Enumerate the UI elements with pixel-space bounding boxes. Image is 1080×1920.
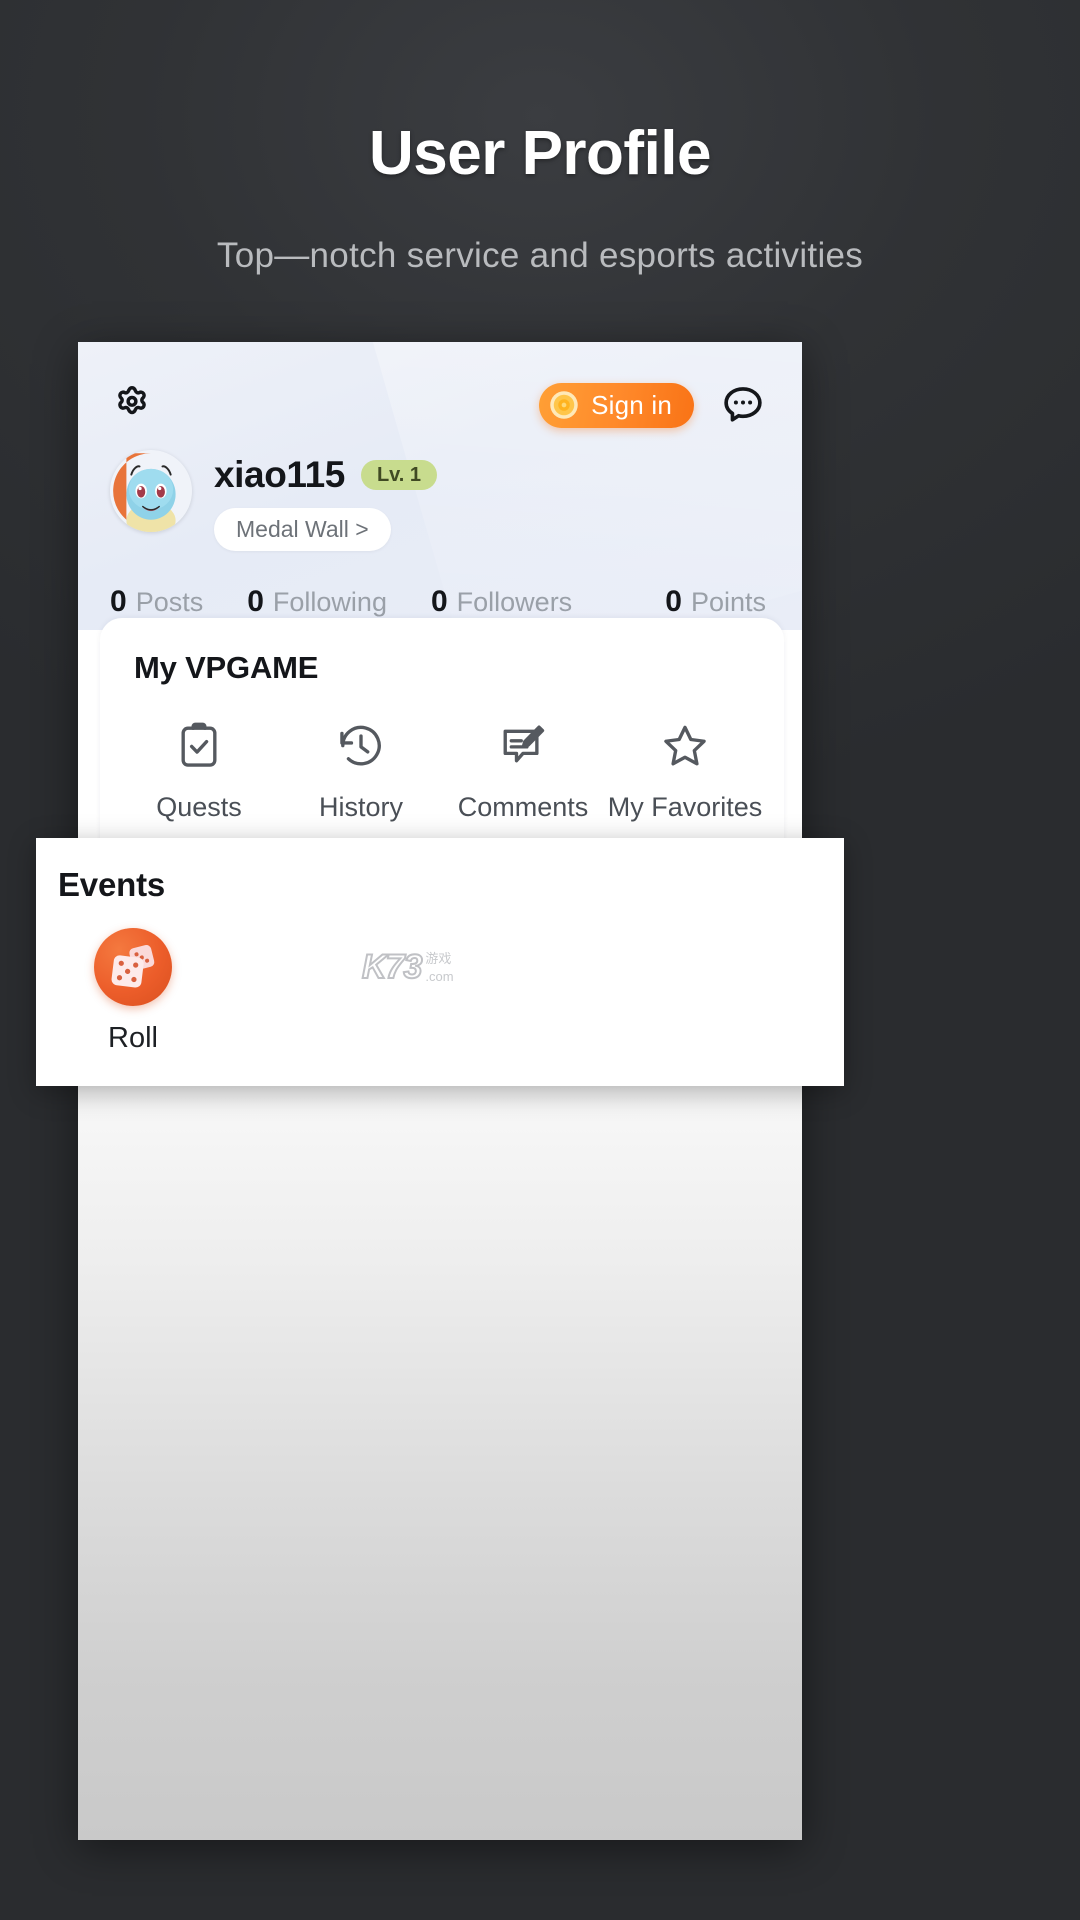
stat-following[interactable]: 0 Following [247, 585, 387, 619]
comments-item[interactable]: Comments [442, 720, 604, 823]
stats-row: 0 Posts 0 Following 0 Followers 0 Points [78, 551, 802, 619]
stat-label: Followers [456, 587, 573, 617]
page-title: User Profile [368, 119, 712, 188]
phone-screenshot: Sign in xiao115 Lv. 1 Medal Wall > 0 Pos… [78, 342, 802, 1840]
my-favorites-item[interactable]: My Favorites [604, 720, 766, 823]
promo-header: User Profile Top—notch service and espor… [0, 0, 1080, 276]
medal-wall-button[interactable]: Medal Wall > [214, 508, 391, 551]
stat-value: 0 [665, 585, 682, 618]
profile-info: xiao115 Lv. 1 Medal Wall > [214, 450, 438, 551]
stat-posts[interactable]: 0 Posts [110, 585, 203, 619]
coin-icon [549, 390, 579, 420]
my-vpgame-title: My VPGAME [134, 650, 319, 685]
stat-value: 0 [430, 585, 448, 618]
avatar[interactable] [110, 450, 192, 532]
profile-row: xiao115 Lv. 1 Medal Wall > [78, 428, 802, 551]
history-item[interactable]: History [280, 720, 442, 823]
app-top-bar-right: Sign in [539, 382, 766, 428]
my-vpgame-grid: Quests History Comments My Favorites [100, 686, 784, 823]
event-item-label: Roll [108, 1022, 158, 1054]
stat-label: Points [690, 587, 766, 617]
app-top-bar: Sign in [78, 342, 802, 428]
clock-history-icon [335, 720, 387, 772]
dice-icon [94, 928, 172, 1006]
stat-value: 0 [247, 585, 264, 618]
chat-bubble-icon[interactable] [720, 382, 766, 428]
stat-value: 0 [110, 585, 127, 618]
grid-item-label: Comments [457, 792, 589, 822]
grid-item-label: Quests [156, 792, 242, 822]
events-title: Events [58, 866, 166, 903]
gear-icon[interactable] [110, 383, 154, 427]
stat-label: Posts [135, 587, 204, 617]
star-icon [659, 720, 711, 772]
username: xiao115 [214, 454, 345, 495]
comment-edit-icon [497, 720, 549, 772]
username-line: xiao115 Lv. 1 [214, 454, 438, 496]
sign-in-label: Sign in [591, 389, 672, 420]
stat-followers[interactable]: 0 Followers [431, 585, 572, 619]
stat-label: Following [272, 587, 387, 617]
page-subtitle: Top—notch service and esports activities [216, 236, 864, 276]
stat-points[interactable]: 0 Points [665, 585, 766, 619]
sign-in-button[interactable]: Sign in [539, 382, 694, 428]
roll-event-item[interactable]: Roll [58, 928, 208, 1055]
grid-item-label: History [318, 792, 403, 822]
events-card: Events Roll [36, 838, 844, 1086]
quests-item[interactable]: Quests [118, 720, 280, 823]
app-header: Sign in xiao115 Lv. 1 Medal Wall > 0 Pos… [78, 342, 802, 630]
level-badge: Lv. 1 [360, 460, 438, 490]
clipboard-check-icon [173, 720, 225, 772]
grid-item-label: My Favorites [607, 792, 763, 822]
